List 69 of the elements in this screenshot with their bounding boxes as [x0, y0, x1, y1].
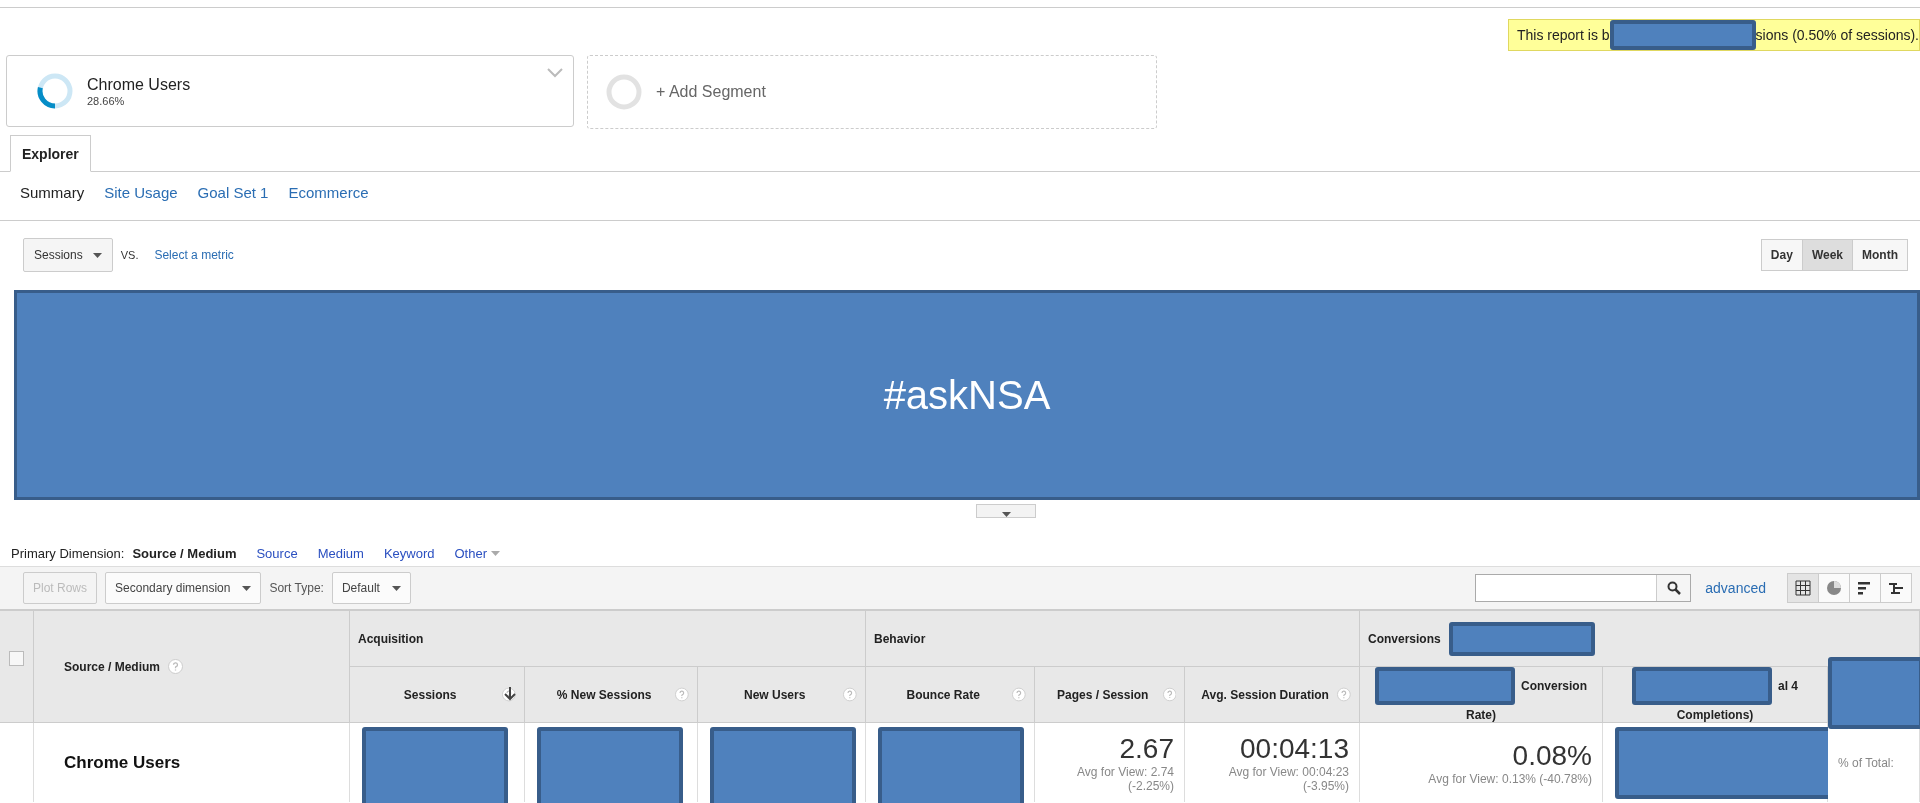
view-button[interactable]	[1880, 573, 1912, 603]
report-tab[interactable]: Ecommerce	[288, 184, 369, 220]
dimension-option[interactable]: Medium	[317, 545, 364, 561]
metric-comparison: Avg for View: 00:04:23	[1228, 764, 1349, 779]
view-button[interactable]	[1849, 573, 1881, 603]
report-tab[interactable]: Site Usage	[104, 184, 178, 220]
caret-icon	[92, 252, 102, 258]
period-button[interactable]: Month	[1852, 239, 1908, 271]
sort-type-dropdown[interactable]: Default	[331, 572, 411, 604]
report-tab[interactable]: Summary	[20, 184, 85, 220]
segment-card[interactable]: Chrome Users 28.66%	[6, 55, 574, 127]
group-header: Acquisition	[358, 631, 424, 646]
segment-percent: 28.66%	[87, 94, 125, 107]
report-tab[interactable]: Goal Set 1	[197, 184, 269, 220]
secondary-dimension-dropdown[interactable]: Secondary dimension	[105, 572, 262, 604]
select-metric-link[interactable]: Select a metric	[154, 248, 234, 262]
column-header[interactable]: Pages / Session	[1057, 687, 1149, 702]
metric-change: (-2.25%)	[1128, 778, 1174, 793]
metric-value: 0.08%	[1512, 739, 1592, 772]
column-header[interactable]: al 4	[1778, 679, 1798, 693]
advanced-link[interactable]: advanced	[1705, 580, 1766, 596]
period-button[interactable]: Week	[1801, 239, 1853, 271]
search-field[interactable]	[1475, 574, 1692, 602]
sampling-notice: This report is b sions (0.50% of sessions).	[1508, 19, 1920, 51]
explorer-tab[interactable]: Explorer	[10, 135, 91, 172]
donut-icon	[37, 73, 73, 109]
column-header[interactable]: Avg. Session Duration	[1201, 687, 1329, 702]
column-header[interactable]: Sessions	[403, 687, 457, 702]
pie-chart-icon	[1826, 580, 1842, 596]
dimension-option[interactable]: Keyword	[383, 545, 435, 561]
column-header[interactable]: Source / Medium	[64, 659, 161, 674]
dimension-option[interactable]: Other	[454, 545, 500, 561]
metric-change: (-3.95%)	[1303, 778, 1349, 793]
segment-name: Chrome Users	[87, 75, 191, 94]
period-button[interactable]: Day	[1760, 239, 1803, 271]
collapse-handle[interactable]	[976, 504, 1036, 518]
column-header[interactable]: Rate)	[1466, 708, 1496, 722]
caret-icon	[242, 585, 252, 591]
column-header[interactable]: New Users	[744, 687, 806, 702]
caret-icon	[491, 550, 500, 556]
bar-list-icon	[1857, 580, 1873, 596]
column-header[interactable]: % New Sessions	[556, 687, 652, 702]
grid-icon	[1795, 580, 1811, 596]
metric-value: 00:04:13	[1240, 732, 1349, 765]
metric-dropdown[interactable]: Sessions	[23, 238, 113, 272]
primary-dimension-label: Primary Dimension:	[11, 545, 125, 561]
select-all-checkbox[interactable]	[9, 651, 24, 666]
dimension-option[interactable]: Source	[256, 545, 298, 561]
caret-icon	[391, 585, 401, 591]
metric-comparison: % of Total:	[1838, 755, 1894, 770]
redaction-banner: #askNSA	[14, 290, 1920, 500]
search-icon	[1666, 581, 1681, 595]
vs-label: VS.	[120, 249, 139, 261]
caret-icon	[1001, 512, 1011, 517]
column-header[interactable]: Bounce Rate	[906, 687, 980, 702]
group-header: Behavior	[874, 631, 926, 646]
add-segment-button[interactable]: + Add Segment	[587, 55, 1157, 129]
group-header: Conversions	[1368, 631, 1441, 646]
empty-ring-icon	[606, 74, 642, 110]
view-button[interactable]	[1787, 573, 1819, 603]
column-header[interactable]: Completions)	[1676, 708, 1754, 722]
sort-type-label: Sort Type:	[269, 581, 324, 595]
metric-value: 2.67	[1119, 732, 1174, 765]
column-header[interactable]: Conversion	[1521, 679, 1587, 693]
dimension-option[interactable]: Source / Medium	[132, 545, 237, 561]
metric-comparison: Avg for View: 0.13% (-40.78%)	[1428, 771, 1592, 786]
chevron-down-icon[interactable]	[547, 68, 563, 78]
pivot-icon	[1888, 580, 1904, 596]
metric-comparison: Avg for View: 2.74	[1077, 764, 1174, 779]
